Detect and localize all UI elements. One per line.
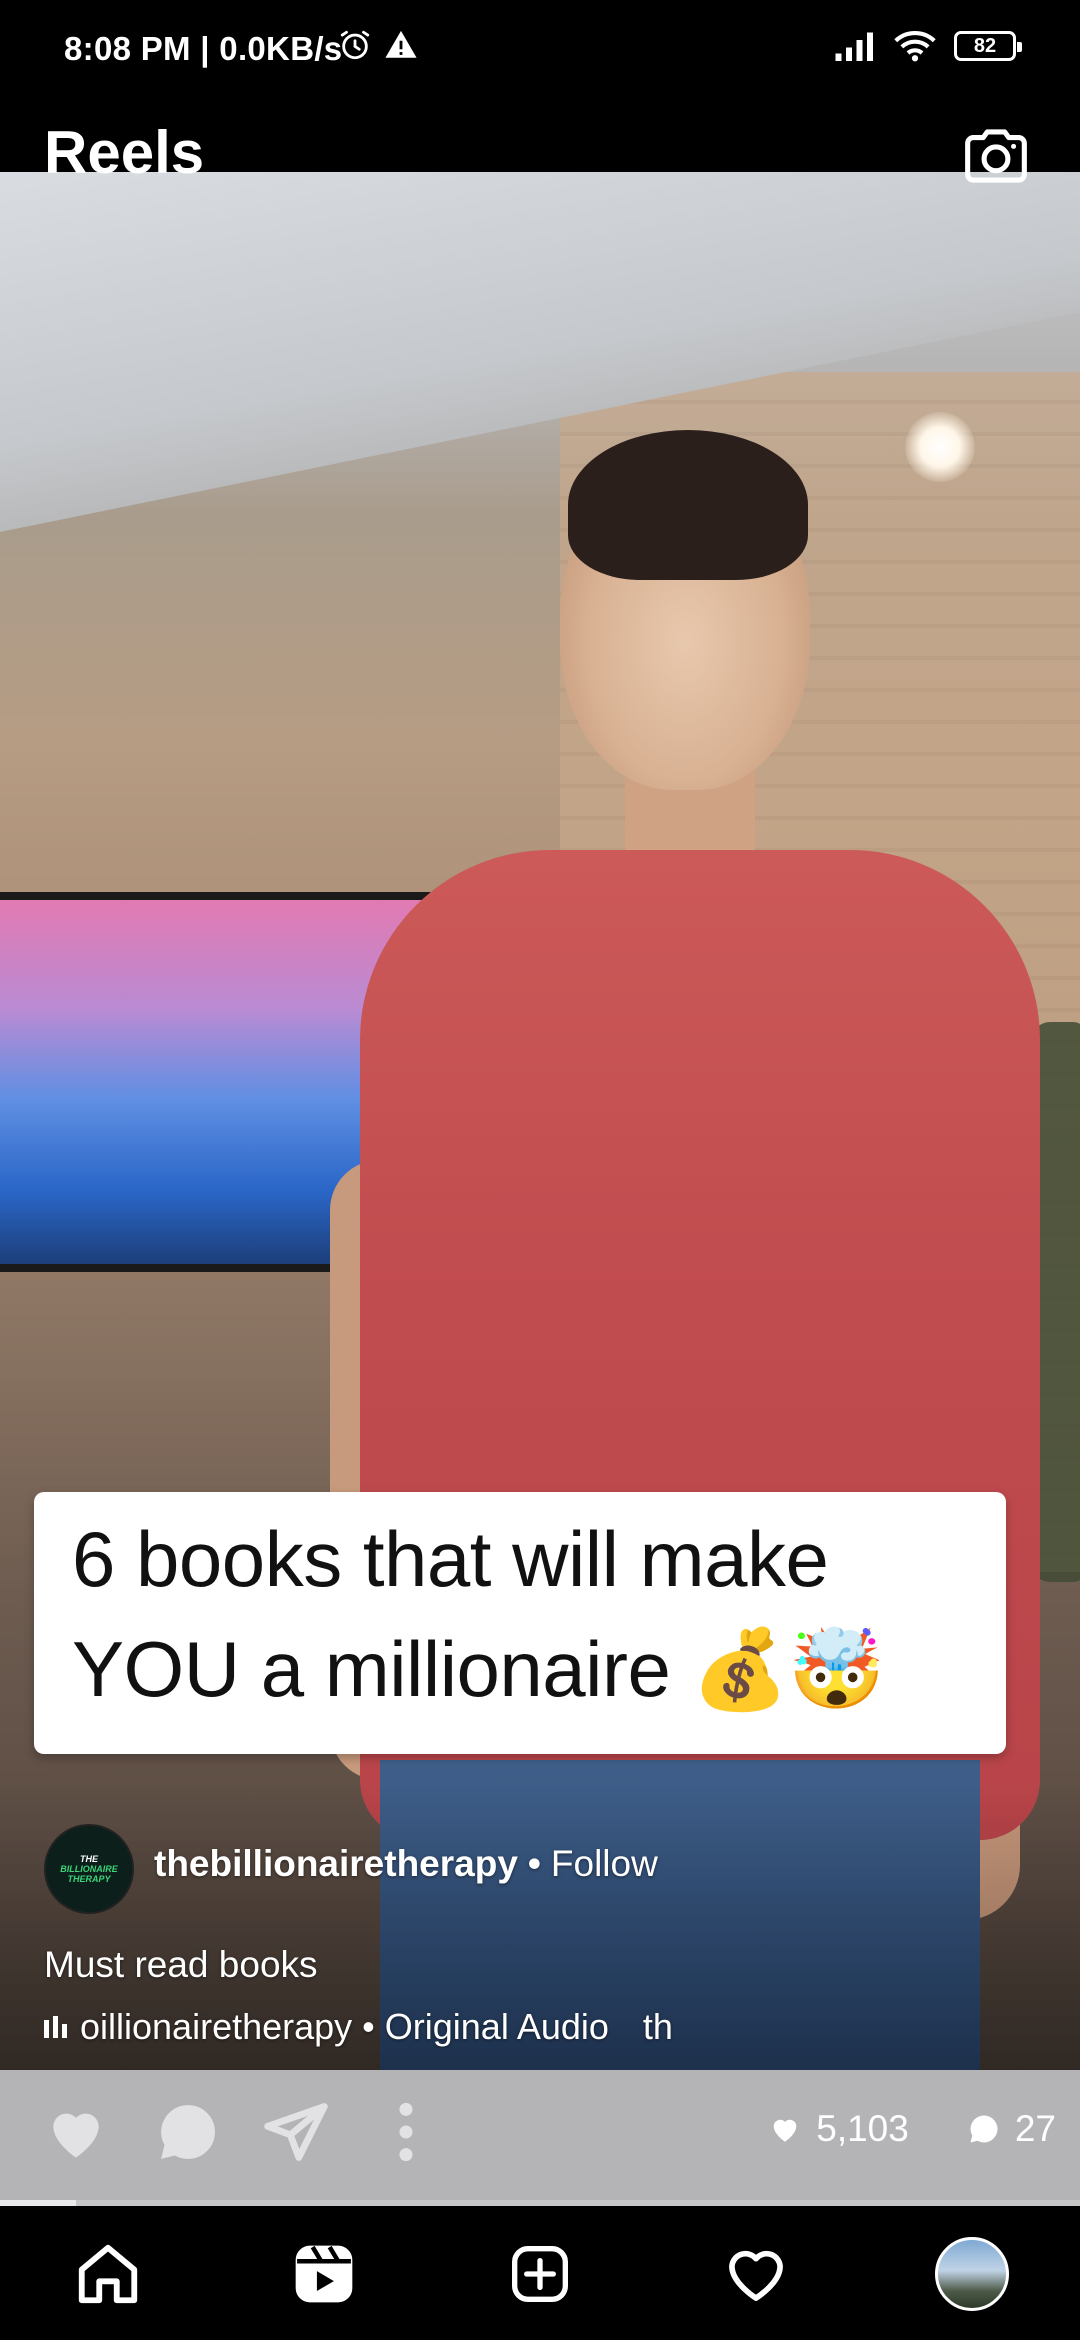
reel-stats: 5,103 27 bbox=[768, 2108, 1056, 2150]
status-left-icons bbox=[338, 28, 418, 62]
nav-create[interactable] bbox=[500, 2234, 580, 2314]
audio-text-extra: th bbox=[642, 2006, 673, 2047]
likes-heart-icon bbox=[773, 2119, 797, 2142]
follow-button[interactable]: Follow bbox=[551, 1843, 658, 1884]
video-person-hair bbox=[568, 430, 808, 580]
status-bar: 8:08 PM | 0.0KB/s 82 bbox=[0, 0, 1080, 100]
battery-icon: 82 bbox=[954, 31, 1022, 61]
comments-bubble-icon bbox=[970, 2115, 998, 2143]
status-right-icons: 82 bbox=[834, 30, 1022, 62]
camera-icon[interactable] bbox=[962, 122, 1030, 190]
more-icon[interactable] bbox=[386, 2098, 426, 2166]
share-icon[interactable] bbox=[262, 2098, 330, 2166]
audio-equalizer-icon bbox=[44, 2016, 72, 2038]
video-ceiling-light bbox=[905, 412, 975, 482]
reels-icon bbox=[295, 2245, 353, 2303]
signal-icon bbox=[835, 32, 873, 61]
nav-reels[interactable] bbox=[284, 2234, 364, 2314]
comments-stat[interactable]: 27 bbox=[967, 2108, 1056, 2150]
battery-level: 82 bbox=[973, 34, 997, 57]
wifi-icon bbox=[894, 30, 936, 62]
creator-username[interactable]: thebillionairetherapy bbox=[154, 1843, 518, 1884]
nav-home[interactable] bbox=[68, 2234, 148, 2314]
creator-avatar-text-3: THERAPY bbox=[67, 1874, 111, 1884]
comments-count: 27 bbox=[1014, 2108, 1056, 2149]
video-caption-line-2: YOU a millionaire 💰🤯 bbox=[72, 1625, 885, 1713]
comment-icon[interactable] bbox=[154, 2098, 222, 2166]
likes-stat[interactable]: 5,103 bbox=[768, 2108, 909, 2150]
nav-activity[interactable] bbox=[716, 2234, 796, 2314]
creator-avatar[interactable]: THE BILLIONAIRE THERAPY bbox=[44, 1824, 134, 1914]
activity-icon bbox=[729, 2250, 783, 2301]
creator-separator: • bbox=[527, 1843, 541, 1884]
home-icon bbox=[78, 2244, 138, 2304]
heart-icon[interactable] bbox=[42, 2098, 110, 2166]
video-caption-box: 6 books that will make YOU a millionaire… bbox=[34, 1492, 1006, 1754]
create-icon bbox=[512, 2246, 568, 2302]
creator-row: thebillionairetherapy • Follow bbox=[154, 1843, 658, 1885]
status-time: 8:08 PM | 0.0KB/s bbox=[64, 30, 343, 67]
nav-profile[interactable] bbox=[932, 2234, 1012, 2314]
reel-video[interactable]: 6 books that will make YOU a millionaire… bbox=[0, 172, 1080, 2070]
warning-icon bbox=[385, 30, 417, 58]
alarm-icon bbox=[340, 30, 370, 60]
audio-row[interactable]: oillionairetherapy • Original Audio th bbox=[44, 2006, 704, 2048]
audio-text: oillionairetherapy • Original Audio bbox=[80, 2006, 609, 2047]
video-caption-line-1: 6 books that will make bbox=[72, 1515, 829, 1603]
creator-avatar-text-1: THE bbox=[80, 1854, 98, 1864]
likes-count: 5,103 bbox=[816, 2108, 909, 2149]
page-title: Reels bbox=[44, 119, 205, 186]
creator-avatar-text-2: BILLIONAIRE bbox=[60, 1864, 118, 1874]
reels-screen: 8:08 PM | 0.0KB/s 82 6 books that will m… bbox=[0, 0, 1080, 2340]
profile-avatar bbox=[935, 2237, 1009, 2311]
reel-caption[interactable]: Must read books bbox=[44, 1944, 318, 1986]
